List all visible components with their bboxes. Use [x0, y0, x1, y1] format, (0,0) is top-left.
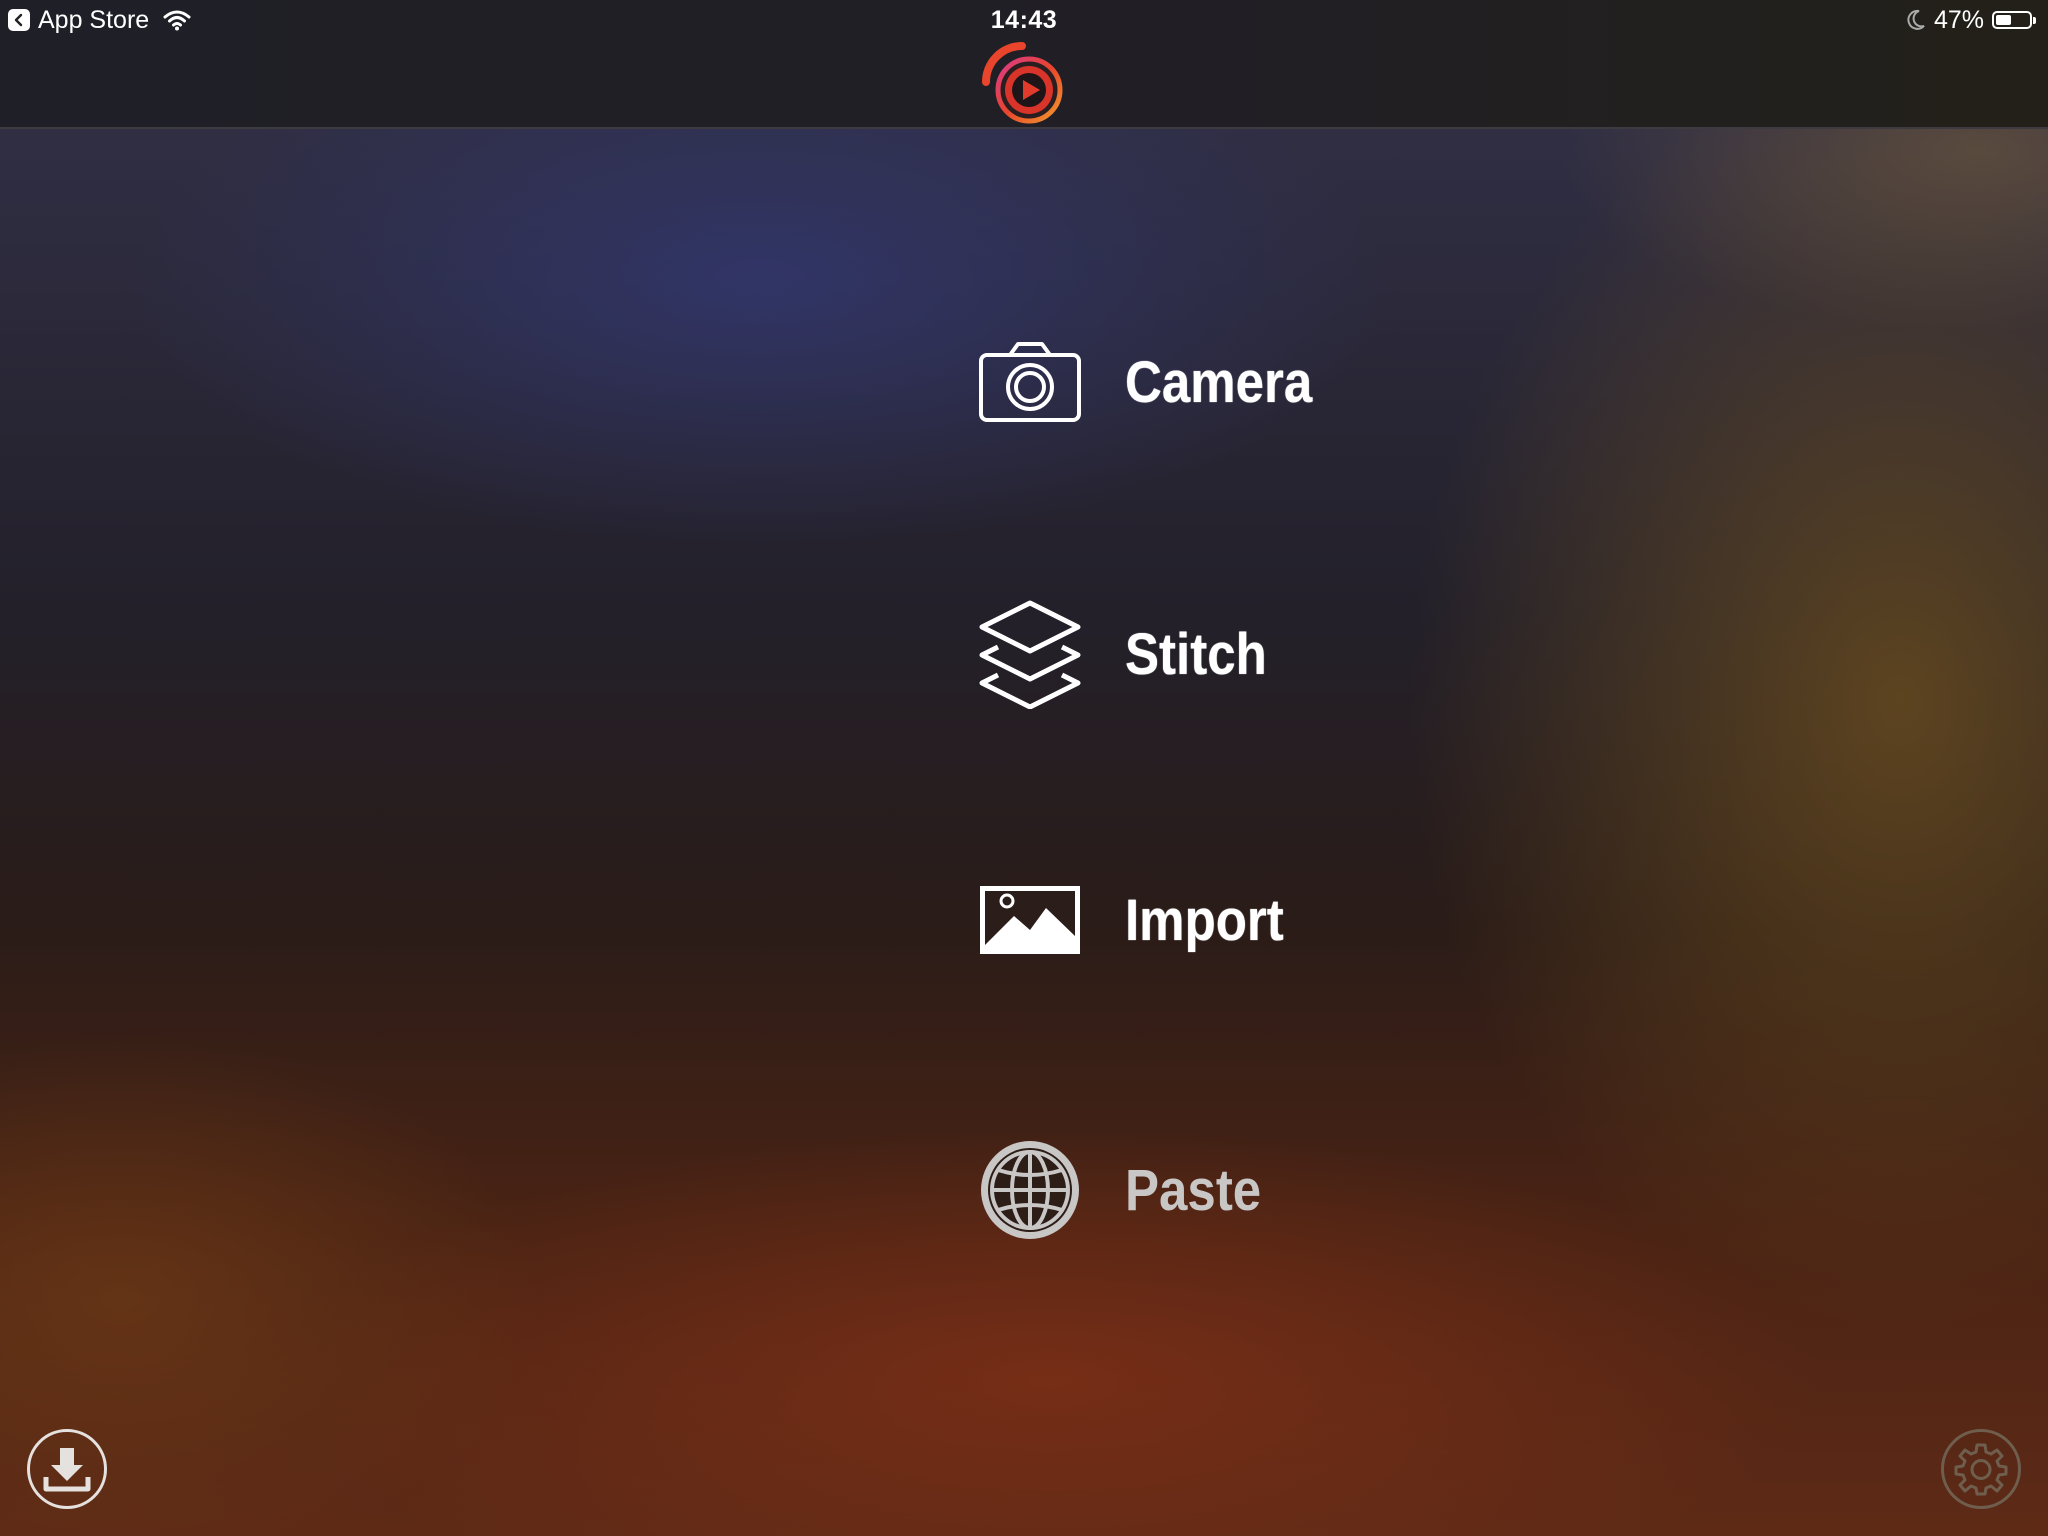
- image-icon: [975, 860, 1085, 980]
- background-glow-topright: [0, 0, 2048, 1536]
- navigation-bar: App Store 14:43 47%: [0, 0, 2048, 129]
- download-icon: [41, 1443, 93, 1495]
- globe-icon: [975, 1130, 1085, 1250]
- stitch-label: Stitch: [1125, 621, 1267, 687]
- layers-icon: [975, 594, 1085, 714]
- battery-level: [1996, 15, 2012, 25]
- moon-icon: [1906, 9, 1926, 31]
- paste-label: Paste: [1125, 1157, 1262, 1223]
- import-label: Import: [1125, 887, 1284, 953]
- status-time: 14:43: [990, 6, 1058, 34]
- app-logo-icon: [980, 42, 1064, 126]
- battery-percent: 47%: [1933, 6, 1984, 34]
- import-button[interactable]: Import: [975, 860, 1305, 980]
- download-button[interactable]: [27, 1429, 107, 1509]
- stitch-button[interactable]: Stitch: [975, 594, 1286, 714]
- camera-button[interactable]: Camera: [975, 322, 1338, 442]
- app-screen: App Store 14:43 47% Camera Stitch Import…: [0, 0, 2048, 1536]
- battery-icon: [1992, 11, 2036, 29]
- paste-button[interactable]: Paste: [975, 1130, 1280, 1250]
- status-right: 47%: [1906, 2, 2038, 38]
- settings-button[interactable]: [1941, 1429, 2021, 1509]
- gear-icon: [1953, 1441, 2009, 1497]
- camera-icon: [975, 322, 1085, 442]
- camera-label: Camera: [1125, 349, 1313, 415]
